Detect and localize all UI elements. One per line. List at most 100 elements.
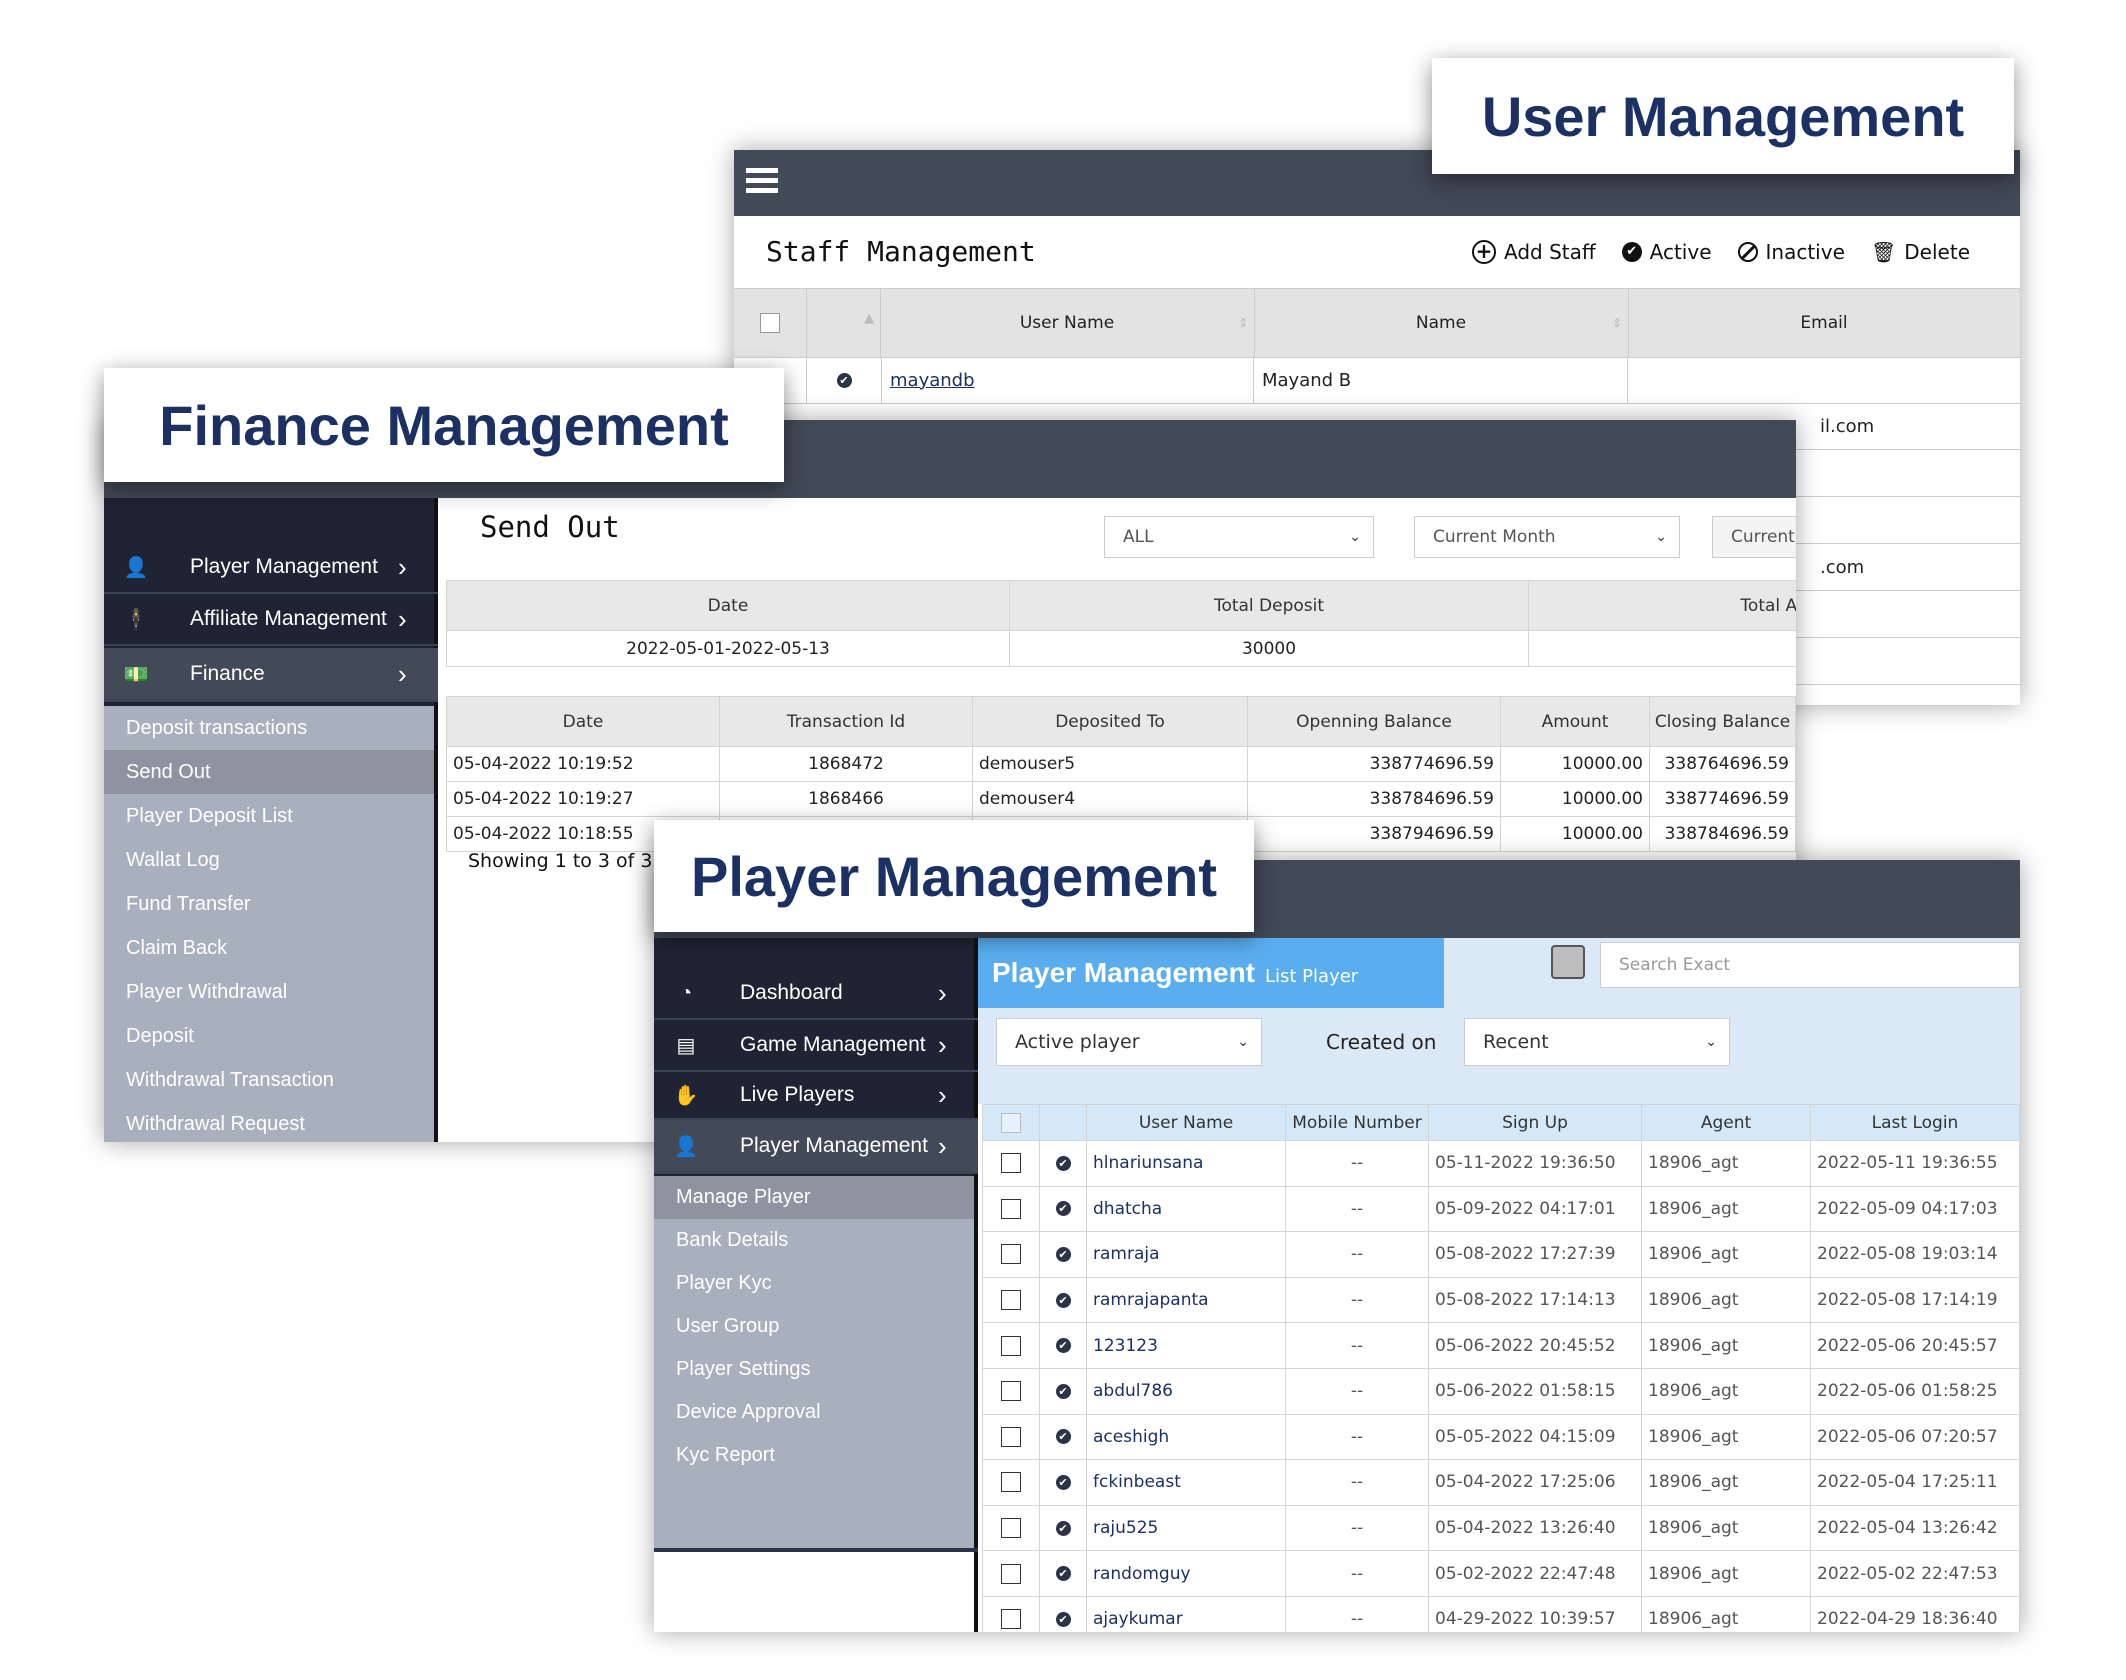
sidebar-item-affiliate-management[interactable]: 🕴 Affiliate Management › [104,594,438,646]
row-checkbox[interactable] [1001,1381,1021,1402]
player-username[interactable]: aceshigh [1086,1413,1286,1461]
hamburger-menu-icon[interactable] [746,168,778,194]
table-row[interactable]: ✔ ramraja -- 05-08-2022 17:27:39 18906_agt 20… [982,1231,2020,1278]
type-filter-select[interactable]: ALL ⌄ [1104,516,1374,558]
date-filter-select[interactable]: Recent ⌄ [1464,1018,1730,1066]
submenu-user-group[interactable]: User Group [654,1305,974,1348]
player-username[interactable]: abdul786 [1086,1367,1286,1415]
sidebar-item-player-management[interactable]: 👤 Player Management › [654,1120,978,1174]
chevron-down-icon: ⌄ [1349,529,1361,545]
row-checkbox[interactable] [1001,1472,1021,1493]
row-checkbox[interactable] [1001,1563,1021,1584]
dashboard-icon: ◔ [679,981,693,1004]
add-staff-button[interactable]: + Add Staff [1471,240,1596,264]
row-checkbox[interactable] [1001,1426,1021,1447]
submenu-player-settings[interactable]: Player Settings [654,1348,974,1391]
sidebar-item-finance[interactable]: 💵 Finance › [104,648,438,702]
table-row[interactable]: ✔ randomguy -- 05-02-2022 22:47:48 18906_agt… [982,1550,2020,1597]
table-row[interactable]: ✔ ramrajapanta -- 05-08-2022 17:14:13 18906_… [982,1276,2020,1324]
sidebar-item-player-management[interactable]: 👤 Player Management › [104,542,438,594]
player-username[interactable]: ramraja [1086,1231,1286,1278]
active-button[interactable]: ✔ Active [1621,240,1712,264]
player-username[interactable]: randomguy [1086,1550,1286,1597]
sidebar-item-dashboard[interactable]: ◔ Dashboard › [654,968,978,1020]
submenu-bank-details[interactable]: Bank Details [654,1219,974,1262]
column-sign-up[interactable]: Sign Up [1428,1104,1642,1141]
active-status-icon: ✔ [1055,1520,1071,1536]
player-username[interactable]: dhatcha [1086,1185,1286,1233]
column-date[interactable]: Date [446,696,720,747]
column-agent[interactable]: Agent [1641,1104,1811,1141]
chevron-right-icon: › [398,603,407,634]
player-username[interactable]: raju525 [1086,1504,1286,1552]
submenu-device-approval[interactable]: Device Approval [654,1391,974,1434]
row-checkbox[interactable] [1001,1290,1021,1311]
player-management-label: Player Management [654,820,1254,932]
column-user-name[interactable]: User Name ⇕ [880,289,1255,357]
column-name[interactable]: Name ⇕ [1254,289,1629,357]
sidebar-item-game-management[interactable]: ▤ Game Management › [654,1020,978,1072]
player-mobile: -- [1285,1504,1429,1552]
status-sort-column[interactable]: ▲ [806,289,881,357]
submenu-claim-back[interactable]: Claim Back [104,926,434,970]
table-row[interactable]: ✔ aceshigh -- 05-05-2022 04:15:09 18906_agt 2… [982,1413,2020,1461]
table-row[interactable]: ✔ hlnariunsana -- 05-11-2022 19:36:50 18906_… [982,1140,2020,1187]
submenu-withdrawal-transaction[interactable]: Withdrawal Transaction [104,1058,434,1102]
player-username[interactable]: fckinbeast [1086,1459,1286,1506]
table-row[interactable]: ✔ 123123 -- 05-06-2022 20:45:52 18906_agt 202… [982,1322,2020,1369]
period-filter-select-2[interactable]: Current M [1712,516,1796,558]
column-transaction-id[interactable]: Transaction Id [719,696,973,747]
active-status-icon: ✔ [1055,1338,1071,1354]
table-row[interactable]: ✔ dhatcha -- 05-09-2022 04:17:01 18906_agt 20… [982,1185,2020,1233]
player-username[interactable]: hlnariunsana [1086,1140,1286,1187]
username-link[interactable]: mayandb [890,370,975,391]
player-username[interactable]: ajaykumar [1086,1595,1286,1632]
submenu-deposit[interactable]: Deposit [104,1014,434,1058]
submenu-manage-player[interactable]: Manage Player [654,1176,974,1219]
column-closing-balance[interactable]: Closing Balance [1649,696,1796,747]
table-row[interactable]: ✔ fckinbeast -- 05-04-2022 17:25:06 18906_ag… [982,1459,2020,1506]
submenu-kyc-report[interactable]: Kyc Report [654,1434,974,1477]
player-signup: 05-05-2022 04:15:09 [1428,1413,1642,1461]
submenu-fund-transfer[interactable]: Fund Transfer [104,882,434,926]
row-checkbox[interactable] [1001,1518,1021,1539]
period-filter-select[interactable]: Current Month ⌄ [1414,516,1680,558]
submenu-deposit-transactions[interactable]: Deposit transactions [104,706,434,750]
table-row[interactable]: ✔ raju525 -- 05-04-2022 13:26:40 18906_agt 20… [982,1504,2020,1552]
row-checkbox[interactable] [1001,1609,1021,1630]
status-filter-select[interactable]: Active player ⌄ [996,1018,1262,1066]
select-all-checkbox[interactable] [1001,1112,1021,1133]
table-row[interactable]: ✔ abdul786 -- 05-06-2022 01:58:15 18906_agt 2… [982,1367,2020,1415]
submenu-send-out[interactable]: Send Out [104,750,434,794]
row-checkbox[interactable] [1001,1335,1021,1356]
select-all-checkbox[interactable] [760,313,780,333]
table-row[interactable]: 05-04-2022 10:19:27 1868466 demouser4 33… [446,781,1796,817]
submenu-withdrawal-request[interactable]: Withdrawal Request [104,1102,434,1142]
submenu-player-deposit-list[interactable]: Player Deposit List [104,794,434,838]
column-deposited-to[interactable]: Deposited To [972,696,1248,747]
delete-button[interactable]: 🗑 Delete [1871,240,1970,264]
column-mobile-number[interactable]: Mobile Number [1285,1104,1429,1141]
submenu-wallat-log[interactable]: Wallat Log [104,838,434,882]
player-username[interactable]: 123123 [1086,1322,1286,1369]
submenu-player-kyc[interactable]: Player Kyc [654,1262,974,1305]
player-last-login: 2022-05-04 13:26:42 [1810,1504,2020,1552]
player-username[interactable]: ramrajapanta [1086,1276,1286,1324]
row-checkbox[interactable] [1001,1198,1021,1219]
column-email[interactable]: Email [1628,289,2020,357]
toggle-checkbox[interactable] [1551,945,1585,979]
column-last-login[interactable]: Last Login [1810,1104,2020,1141]
inactive-button[interactable]: Inactive [1737,240,1845,264]
table-row[interactable]: ✔ ajaykumar -- 04-29-2022 10:39:57 18906_agt… [982,1595,2020,1632]
search-input[interactable]: Search Exact [1600,942,2020,988]
column-opening-balance[interactable]: Openning Balance [1247,696,1501,747]
row-checkbox[interactable] [1001,1244,1021,1265]
table-row[interactable]: ✔ mayandb Mayand B [734,357,2020,404]
row-checkbox[interactable] [1001,1153,1021,1174]
column-user-name[interactable]: User Name [1086,1104,1286,1141]
sidebar-item-live-players[interactable]: ✋ Live Players › [654,1072,978,1120]
table-row[interactable]: 05-04-2022 10:19:52 1868472 demouser5 33… [446,746,1796,782]
column-amount[interactable]: Amount [1500,696,1650,747]
submenu-player-withdrawal[interactable]: Player Withdrawal [104,970,434,1014]
player-management-panel: ◔ Dashboard › ▤ Game Management › ✋ Live… [654,860,2020,1632]
